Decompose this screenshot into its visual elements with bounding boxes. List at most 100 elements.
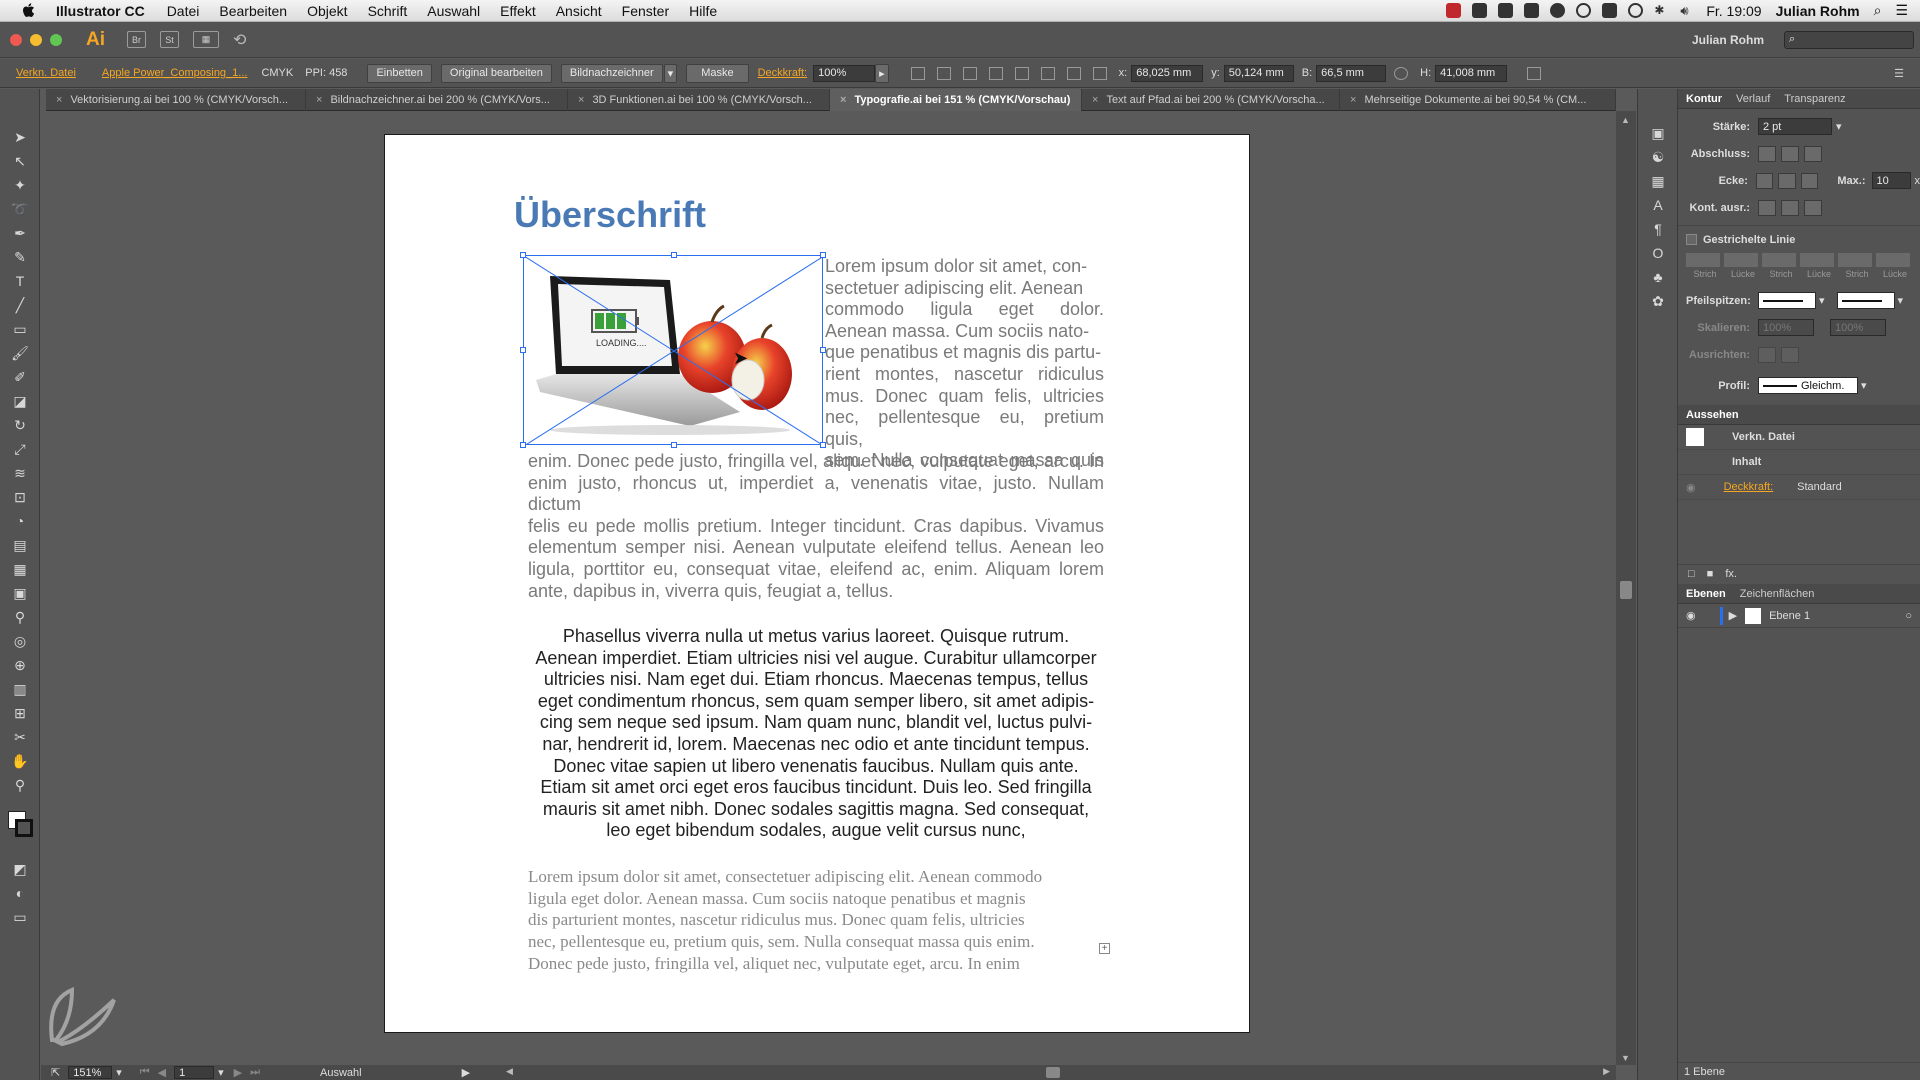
image-trace-dropdown[interactable]: ▾ (663, 63, 678, 83)
opacity-input[interactable]: 100% (813, 64, 876, 82)
appearance-item-label[interactable]: Verkn. Datei (1732, 431, 1795, 443)
start-scale-input[interactable]: 100% (1758, 319, 1814, 336)
lasso-tool-icon[interactable]: ➰ (0, 197, 40, 221)
notifications-icon[interactable]: ☰ (1895, 2, 1908, 19)
dash-input-3[interactable] (1838, 253, 1872, 267)
first-artboard-icon[interactable]: ⏮ (140, 1066, 150, 1079)
gpu-icon[interactable]: ⟲ (233, 30, 246, 50)
last-artboard-icon[interactable]: ⏭ (250, 1066, 260, 1079)
horizontal-scroll-thumb[interactable] (1046, 1067, 1060, 1078)
tab-vektorisierung[interactable]: × Vektorisierung.ai bei 100 % (CMYK/Vorsc… (46, 88, 306, 111)
scroll-right-icon[interactable]: ▶ (1603, 1066, 1610, 1077)
resize-handle-w[interactable] (520, 347, 526, 353)
close-icon[interactable]: × (56, 94, 62, 106)
height-input[interactable]: 41,008 mm (1435, 64, 1508, 82)
prev-artboard-icon[interactable]: ◀ (158, 1066, 166, 1079)
add-fill-icon[interactable]: ■ (1707, 568, 1714, 580)
menu-schrift[interactable]: Schrift (368, 3, 408, 19)
fill-stroke-swatches[interactable] (0, 797, 39, 857)
paragraph-1-wrap[interactable]: Lorem ipsum dolor sit amet, con- sectetu… (825, 256, 1104, 472)
scroll-up-icon[interactable]: ▲ (1621, 115, 1630, 125)
round-join-icon[interactable] (1778, 172, 1796, 189)
zoom-window-button[interactable] (50, 33, 62, 46)
column-graph-tool-icon[interactable]: ▥ (0, 677, 40, 701)
zoom-input[interactable]: 151% (68, 1066, 113, 1079)
brush-panel-icon[interactable]: ✿ (1638, 289, 1678, 313)
align-right-icon[interactable] (988, 66, 1003, 80)
scroll-down-icon[interactable]: ▼ (1621, 1053, 1630, 1063)
miter-limit-input[interactable]: 10 (1871, 172, 1911, 189)
resize-handle-sw[interactable] (520, 442, 526, 448)
minimize-window-button[interactable] (30, 33, 42, 46)
y-input[interactable]: 50,124 mm (1223, 64, 1294, 82)
square-cap-icon[interactable] (1804, 145, 1822, 162)
close-icon[interactable]: × (840, 94, 846, 106)
mesh-tool-icon[interactable]: ▦ (0, 557, 40, 581)
end-arrowhead-select[interactable] (1836, 292, 1895, 309)
artboard-tool-icon[interactable]: ⊞ (0, 701, 40, 725)
add-stroke-icon[interactable]: □ (1688, 568, 1695, 580)
text-overflow-port-icon[interactable]: + (1099, 943, 1110, 954)
zoom-tool-icon[interactable]: ⚲ (0, 773, 40, 797)
layer-row[interactable]: ◉ ▶ Ebene 1 ○ (1678, 604, 1920, 628)
stroke-weight-dropdown[interactable]: ▾ (1836, 120, 1842, 133)
x-input[interactable]: 68,025 mm (1131, 64, 1204, 82)
status-menu-icon[interactable]: ▶ (462, 1066, 470, 1079)
add-effect-button[interactable]: fx. (1725, 568, 1737, 580)
curvature-tool-icon[interactable]: ✎ (0, 245, 40, 269)
paragraph-panel-icon[interactable]: ¶ (1638, 217, 1678, 241)
arrange-docs-icon[interactable]: ▦ (193, 31, 219, 48)
filename-link[interactable]: Apple Power_Composing_1... (102, 67, 248, 79)
help-search-input[interactable]: ⌕ (1784, 30, 1914, 49)
profile-select[interactable]: Gleichm. (1758, 377, 1858, 394)
align-outside-stroke-icon[interactable] (1804, 199, 1822, 216)
bevel-join-icon[interactable] (1800, 172, 1819, 189)
selection-tool-icon[interactable]: ➤ (0, 125, 40, 149)
profile-dropdown[interactable]: ▾ (1861, 379, 1867, 392)
layer-name[interactable]: Ebene 1 (1769, 610, 1810, 622)
resize-handle-n[interactable] (671, 252, 677, 258)
gradient-tool-icon[interactable]: ▣ (0, 581, 40, 605)
color-mode-icon[interactable]: ◩ (0, 857, 40, 881)
tab-mehrseitige-dokumente[interactable]: × Mehrseitige Dokumente.ai bei 90,54 % (C… (1340, 88, 1616, 111)
align-center-stroke-icon[interactable] (1758, 199, 1776, 216)
butt-cap-icon[interactable] (1758, 145, 1776, 162)
opacity-dropdown[interactable]: ▸ (875, 63, 889, 83)
magic-wand-tool-icon[interactable]: ✦ (0, 173, 40, 197)
opentype-panel-icon[interactable]: O (1638, 241, 1678, 265)
tab-ebenen[interactable]: Ebenen (1686, 588, 1726, 600)
align-top-icon[interactable] (1014, 66, 1029, 80)
vertical-scroll-thumb[interactable] (1620, 581, 1632, 599)
edit-original-button[interactable]: Original bearbeiten (440, 63, 552, 83)
stroke-weight-input[interactable]: 2 pt (1758, 118, 1832, 135)
slice-tool-icon[interactable]: ✂ (0, 725, 40, 749)
menu-hilfe[interactable]: Hilfe (689, 3, 717, 19)
apple-icon[interactable] (22, 3, 36, 18)
opacity-label[interactable]: Deckkraft: (758, 67, 808, 79)
menubar-user[interactable]: Julian Rohm (1776, 3, 1860, 19)
layer-target-icon[interactable]: ○ (1905, 610, 1912, 622)
shape-builder-tool-icon[interactable]: ◔ (0, 509, 40, 533)
panel-menu-icon[interactable]: ☰ (1894, 67, 1904, 80)
screen-mode-icon[interactable]: ▭ (0, 905, 40, 929)
tab-zeichenflaechen[interactable]: Zeichenflächen (1740, 588, 1815, 600)
type-tool-icon[interactable]: T (0, 269, 40, 293)
close-window-button[interactable] (10, 33, 22, 46)
gap-input-1[interactable] (1724, 253, 1758, 267)
arrow-align-place-icon[interactable] (1781, 346, 1799, 363)
tab-verlauf[interactable]: Verlauf (1736, 93, 1770, 105)
align-to-icon[interactable] (910, 66, 925, 80)
end-scale-input[interactable]: 100% (1830, 319, 1886, 336)
direct-selection-tool-icon[interactable]: ↖ (0, 149, 40, 173)
tab-text-auf-pfad[interactable]: × Text auf Pfad.ai bei 200 % (CMYK/Vorsch… (1082, 88, 1340, 111)
menu-ansicht[interactable]: Ansicht (556, 3, 602, 19)
info-icon[interactable] (1576, 3, 1592, 18)
free-transform-tool-icon[interactable]: ⊡ (0, 485, 40, 509)
layer-expand-icon[interactable]: ▶ (1729, 609, 1737, 622)
tab-typografie[interactable]: × Typografie.ai bei 151 % (CMYK/Vorschau) (830, 88, 1082, 111)
paragraph-3[interactable]: Lorem ipsum dolor sit amet, consectetuer… (528, 866, 1104, 975)
app-menu[interactable]: Illustrator CC (56, 3, 145, 19)
heading-text[interactable]: Überschrift (514, 194, 706, 236)
spotlight-icon[interactable]: ⌕ (1874, 2, 1882, 19)
embed-button[interactable]: Einbetten (367, 63, 432, 83)
